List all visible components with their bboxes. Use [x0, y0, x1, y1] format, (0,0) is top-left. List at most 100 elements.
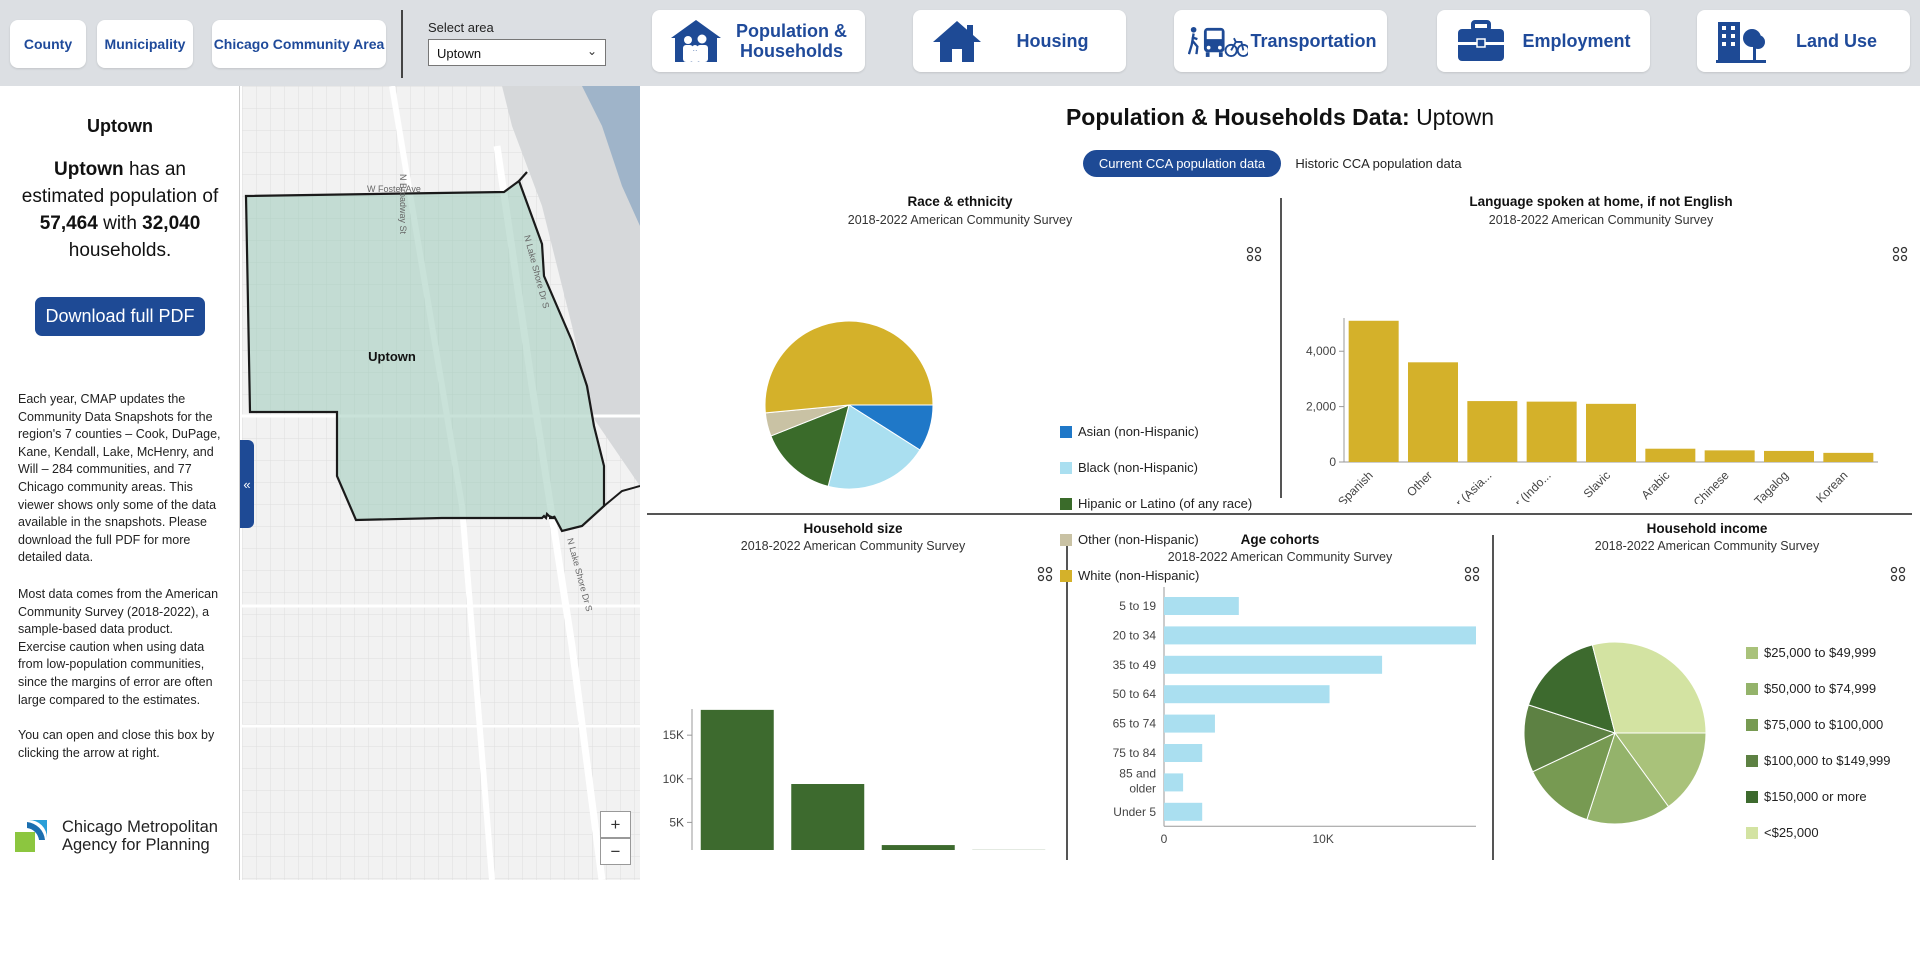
household-income-panel: Household income 2018-2022 American Comm…: [1494, 520, 1920, 850]
cmap-logo: Chicago Metropolitan Agency for Planning: [15, 816, 230, 856]
transit-icon: [1188, 17, 1248, 65]
info-paragraph: Each year, CMAP updates the Community Da…: [18, 392, 221, 565]
main-panel: Population & Households Data: Uptown Cur…: [640, 86, 1920, 880]
summary-households: 32,040: [142, 213, 201, 234]
divider: [401, 10, 403, 78]
summary-with: with: [103, 213, 137, 234]
x-tick-label: Korean: [1813, 468, 1850, 504]
x-tick-label: Spanish: [1335, 468, 1376, 504]
bar: [1408, 362, 1458, 462]
summary-population: 57,464: [39, 213, 98, 234]
topic-population-label: Population & Households: [736, 21, 847, 61]
legend-item[interactable]: $150,000 or more: [1746, 789, 1867, 804]
area-select[interactable]: Uptown ⌄: [428, 39, 606, 66]
chevron-down-icon: ⌄: [586, 44, 597, 58]
y-tick-label: 4,000: [1306, 344, 1336, 358]
legend-swatch: [1060, 497, 1072, 510]
chevron-left-icon: «: [243, 476, 251, 492]
y-tick-label: 10K: [663, 772, 684, 786]
sidebar-title: Uptown: [87, 116, 153, 136]
logo-line1: Chicago Metropolitan: [62, 818, 218, 836]
x-tick-label: Other (Asia...: [1435, 468, 1495, 504]
y-tick-label: 2,000: [1306, 400, 1336, 414]
legend-label: <$25,000: [1764, 825, 1819, 840]
legend-label: Black (non-Hispanic): [1078, 460, 1198, 475]
map-view[interactable]: Uptown N Broadway St W Foster Ave N Lake…: [242, 86, 640, 880]
legend-swatch: [1746, 646, 1758, 659]
legend-label: Asian (non-Hispanic): [1078, 424, 1199, 439]
legend-item[interactable]: <$25,000: [1746, 825, 1819, 840]
household-size-bar-chart: 05K10K15K1-person2-person3-person4-or-mo…: [663, 709, 1046, 850]
topic-population-households[interactable]: Population & Households: [652, 10, 865, 72]
cmap-logo-mark: [15, 820, 47, 852]
page-title: Population & Households Data: Uptown: [640, 104, 1920, 131]
y-tick-label: 35 to 49: [1113, 658, 1157, 672]
family-icon: [666, 17, 726, 65]
y-tick-label: 75 to 84: [1113, 746, 1157, 760]
x-tick-label: 0: [1161, 832, 1168, 846]
population-summary: Uptown has an estimated population of 57…: [12, 156, 228, 264]
legend-item[interactable]: Black (non-Hispanic): [1060, 460, 1198, 475]
legend-label: Hipanic or Latino (of any race): [1078, 496, 1253, 511]
legend-swatch: [1746, 790, 1758, 803]
legend-item[interactable]: Hipanic or Latino (of any race): [1060, 496, 1252, 511]
bar: [1645, 448, 1696, 462]
topic-housing-label: Housing: [1016, 31, 1089, 51]
race-ethnicity-panel: Race & ethnicity 2018-2022 American Comm…: [640, 194, 1280, 583]
age-cohorts-panel: Age cohorts 2018-2022 American Community…: [1068, 531, 1492, 861]
building-tree-icon: [1711, 17, 1771, 65]
x-tick-label: Other: [1404, 468, 1435, 499]
topic-transportation[interactable]: Transportation: [1174, 10, 1387, 72]
chicago-community-area-button[interactable]: Chicago Community Area: [212, 20, 386, 68]
legend-item[interactable]: $100,000 to $149,999: [1746, 753, 1891, 768]
collapse-sidebar-button[interactable]: «: [240, 440, 254, 528]
bar: [881, 845, 955, 850]
y-tick-label: 5K: [669, 815, 684, 829]
page-title-area: Uptown: [1416, 104, 1495, 130]
legend-swatch: [1060, 461, 1072, 474]
x-tick-label: Slavic: [1581, 468, 1614, 501]
legend-label: $150,000 or more: [1764, 789, 1867, 804]
x-tick-label: Tagalog: [1751, 468, 1791, 504]
topic-land-use[interactable]: Land Use: [1697, 10, 1910, 72]
zoom-out-button[interactable]: −: [600, 838, 631, 865]
zoom-in-button[interactable]: +: [600, 811, 631, 838]
topic-employment[interactable]: Employment: [1437, 10, 1650, 72]
x-tick-label: Arabic: [1639, 468, 1673, 502]
legend-item[interactable]: $25,000 to $49,999: [1746, 645, 1876, 660]
summary-households-text: households.: [68, 240, 172, 261]
bar: [1164, 773, 1184, 792]
legend-label: $50,000 to $74,999: [1764, 681, 1877, 696]
race-pie-chart: [764, 320, 934, 490]
y-tick-label: 0: [1329, 455, 1336, 469]
legend-label: $100,000 to $149,999: [1764, 753, 1891, 768]
county-button[interactable]: County: [10, 20, 86, 68]
legend-item[interactable]: Asian (non-Hispanic): [1060, 424, 1199, 439]
topic-housing[interactable]: Housing: [913, 10, 1126, 72]
tab-historic-cca-data[interactable]: Historic CCA population data: [1286, 150, 1471, 177]
legend-swatch: [1060, 425, 1072, 438]
map-street-label: W Foster Ave: [367, 184, 421, 194]
bar: [1586, 403, 1636, 462]
briefcase-icon: [1451, 17, 1511, 65]
download-pdf-button[interactable]: Download full PDF: [35, 297, 205, 336]
legend-label: $75,000 to $100,000: [1764, 717, 1884, 732]
household-size-panel: Household size 2018-2022 American Commun…: [640, 520, 1066, 850]
language-panel: Language spoken at home, if not English …: [1282, 194, 1920, 504]
bar: [1164, 597, 1239, 615]
y-tick-label: 20 to 34: [1113, 628, 1157, 642]
bar: [700, 709, 774, 850]
bar: [1348, 320, 1399, 462]
bar: [791, 784, 865, 850]
summary-area-name: Uptown: [54, 159, 124, 180]
page-title-bold: Population & Households Data:: [1065, 104, 1410, 130]
language-bar-chart: 0 2,000 4,000 Spanish Other Other (Asia... Oth…: [1306, 318, 1878, 504]
bar: [1764, 450, 1814, 462]
y-tick-label: 15K: [663, 728, 684, 742]
tab-current-cca-data[interactable]: Current CCA population data: [1083, 150, 1281, 177]
legend-item[interactable]: $75,000 to $100,000: [1746, 717, 1883, 732]
municipality-button[interactable]: Municipality: [97, 20, 193, 68]
bar: [1164, 626, 1476, 645]
x-tick-label: 10K: [1313, 832, 1334, 846]
legend-item[interactable]: $50,000 to $74,999: [1746, 681, 1876, 696]
